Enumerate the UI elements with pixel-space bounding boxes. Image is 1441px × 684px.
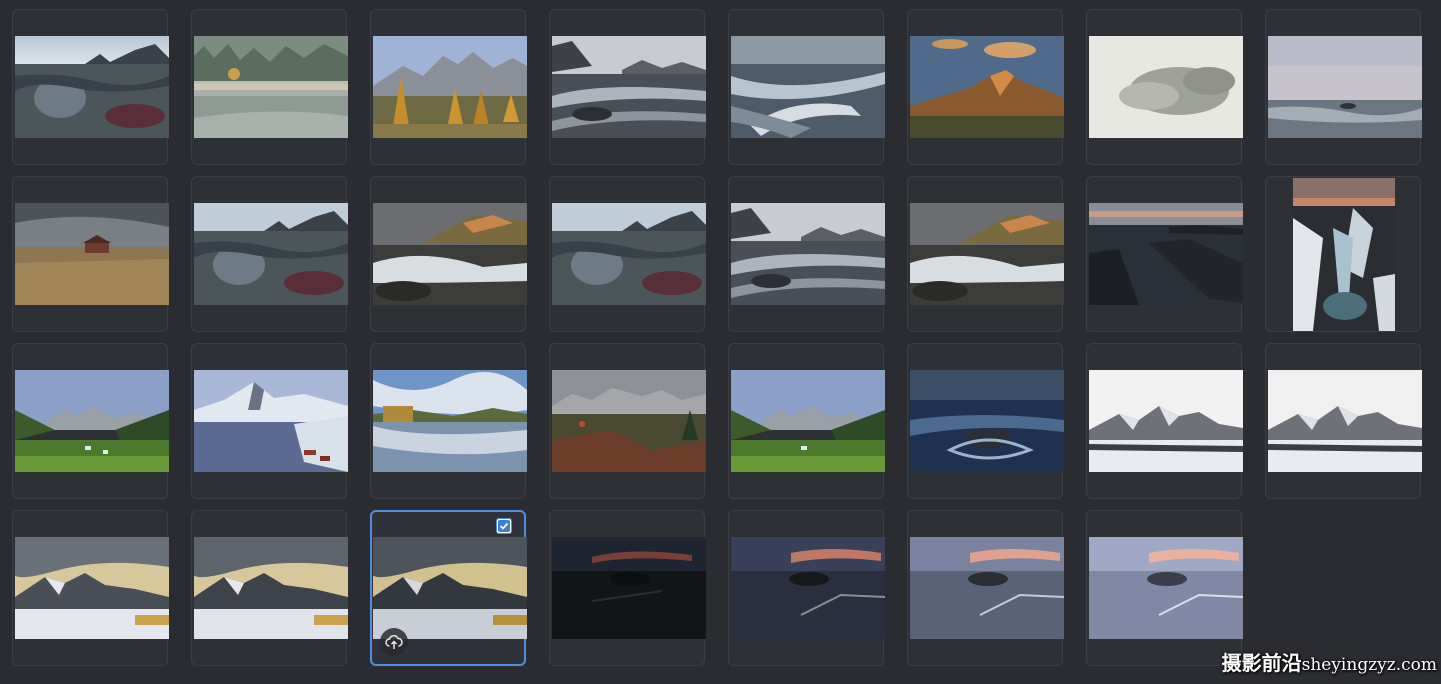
photo-card-p27[interactable] [370,510,527,666]
photo-thumbnail[interactable] [1089,370,1243,472]
photo-thumbnail[interactable] [552,370,706,472]
photo-card-p21[interactable] [728,343,885,499]
photo-thumbnail[interactable] [373,370,527,472]
watermark-latin-text: sheyingzyz.com [1301,655,1437,675]
photo-card-p30[interactable] [907,510,1064,666]
photo-thumbnail[interactable] [373,203,527,305]
cloud-upload-button[interactable] [380,628,408,656]
photo-card-p14[interactable] [907,176,1064,332]
photo-thumbnail[interactable] [910,203,1064,305]
photo-thumbnail[interactable] [552,203,706,305]
photo-card-p31[interactable] [1086,510,1243,666]
photo-thumbnail[interactable] [1089,537,1243,639]
photo-thumbnail[interactable] [552,36,706,138]
photo-card-p9[interactable] [12,176,169,332]
photo-thumbnail[interactable] [373,537,527,639]
photo-card-p28[interactable] [549,510,706,666]
photo-thumbnail[interactable] [731,370,885,472]
photo-thumbnail[interactable] [1268,36,1422,138]
checkmark-icon [498,520,510,532]
photo-grid: 摄影前沿sheyingzyz.com [0,0,1441,684]
photo-thumbnail[interactable] [910,370,1064,472]
selection-checkbox[interactable] [496,518,512,534]
photo-card-p8[interactable] [1265,9,1422,165]
photo-card-p4[interactable] [549,9,706,165]
photo-thumbnail[interactable] [910,537,1064,639]
photo-card-p11[interactable] [370,176,527,332]
photo-card-p24[interactable] [1265,343,1422,499]
photo-thumbnail[interactable] [731,203,885,305]
photo-card-p2[interactable] [191,9,348,165]
photo-thumbnail[interactable] [731,537,885,639]
photo-thumbnail[interactable] [194,203,348,305]
photo-thumbnail[interactable] [194,36,348,138]
photo-card-p22[interactable] [907,343,1064,499]
photo-card-p26[interactable] [191,510,348,666]
photo-thumbnail[interactable] [15,537,169,639]
photo-card-p15[interactable] [1086,176,1243,332]
photo-card-p13[interactable] [728,176,885,332]
photo-card-p6[interactable] [907,9,1064,165]
photo-thumbnail[interactable] [194,370,348,472]
cloud-upload-icon [385,634,403,649]
photo-card-p20[interactable] [549,343,706,499]
photo-card-p7[interactable] [1086,9,1243,165]
photo-thumbnail[interactable] [1293,178,1395,331]
photo-thumbnail[interactable] [1089,36,1243,138]
photo-thumbnail[interactable] [552,537,706,639]
photo-thumbnail[interactable] [15,203,169,305]
photo-card-p25[interactable] [12,510,169,666]
photo-thumbnail[interactable] [373,36,527,138]
photo-card-p12[interactable] [549,176,706,332]
photo-card-p29[interactable] [728,510,885,666]
photo-thumbnail[interactable] [1268,370,1422,472]
photo-thumbnail[interactable] [15,370,169,472]
photo-card-p5[interactable] [728,9,885,165]
photo-thumbnail[interactable] [15,36,169,138]
photo-thumbnail[interactable] [731,36,885,138]
photo-card-p17[interactable] [12,343,169,499]
photo-thumbnail[interactable] [1089,203,1243,305]
photo-thumbnail[interactable] [194,537,348,639]
watermark-cn-text: 摄影前沿 [1221,651,1302,675]
watermark-logo: 摄影前沿sheyingzyz.com [1222,647,1437,676]
photo-card-p18[interactable] [191,343,348,499]
photo-card-p1[interactable] [12,9,169,165]
photo-thumbnail[interactable] [910,36,1064,138]
photo-card-p19[interactable] [370,343,527,499]
photo-card-p16[interactable] [1265,176,1421,332]
photo-card-p3[interactable] [370,9,527,165]
photo-card-p10[interactable] [191,176,348,332]
photo-card-p23[interactable] [1086,343,1243,499]
